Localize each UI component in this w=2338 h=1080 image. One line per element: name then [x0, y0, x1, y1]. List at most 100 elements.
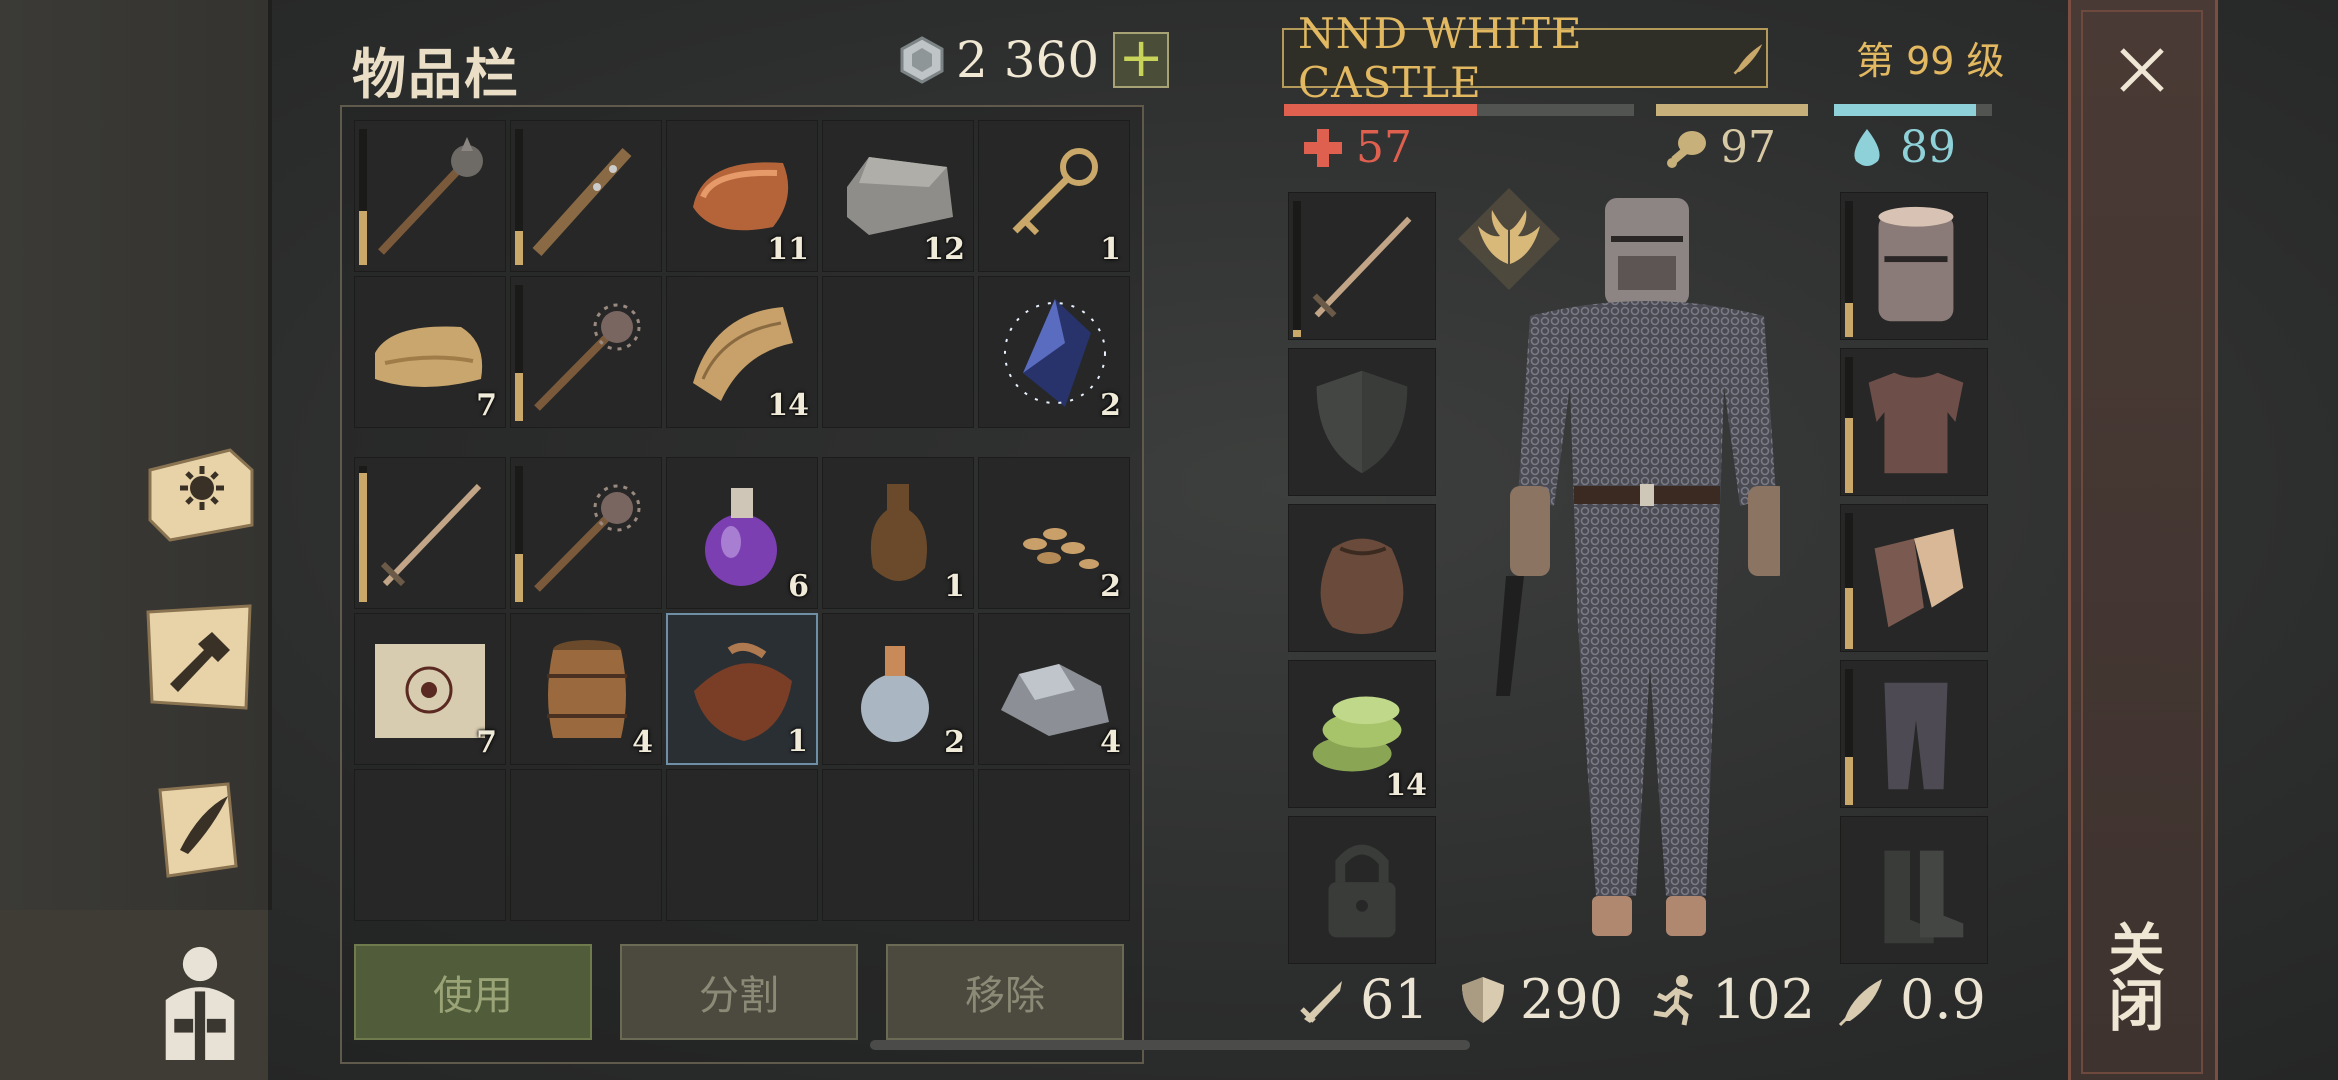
- character-name: NND WHITE CASTLE: [1298, 9, 1583, 107]
- helmet-icon: [1878, 206, 1954, 322]
- character-model: [1496, 198, 1780, 936]
- water-bar: [1834, 104, 1992, 116]
- empty-slot[interactable]: [822, 276, 974, 428]
- item-quantity: 14: [767, 388, 809, 423]
- close-icon[interactable]: [2112, 40, 2172, 100]
- lock-icon: [1328, 844, 1396, 938]
- durability-bar: [515, 129, 523, 265]
- split-button[interactable]: 分割: [620, 944, 858, 1040]
- journal-button[interactable]: [140, 430, 260, 550]
- inventory-slot[interactable]: 1: [822, 457, 974, 609]
- durability-bar: [359, 466, 367, 602]
- empty-slot[interactable]: [666, 769, 818, 921]
- leggings-icon: [1884, 682, 1948, 790]
- inventory-title: 物品栏: [352, 43, 520, 106]
- armor-value: 290: [1520, 968, 1624, 1031]
- quests-button[interactable]: [140, 770, 260, 890]
- durability-bar: [1845, 669, 1853, 805]
- sun-book-icon: [148, 448, 254, 542]
- inventory-slot[interactable]: 7: [354, 613, 506, 765]
- health-cross-icon: [1304, 128, 1342, 167]
- inventory-slot[interactable]: [510, 457, 662, 609]
- inventory-slot[interactable]: 7: [354, 276, 506, 428]
- meat-icon: [1667, 130, 1706, 168]
- item-quantity: 4: [1100, 725, 1121, 760]
- inventory-slot[interactable]: 12: [822, 120, 974, 272]
- water-drop-icon: [1854, 128, 1880, 166]
- item-quantity: 2: [1100, 569, 1121, 604]
- add-currency-button[interactable]: +: [1113, 31, 1170, 88]
- shield-stat-icon: [1462, 976, 1504, 1023]
- inventory-slot[interactable]: 2: [978, 457, 1130, 609]
- inventory-slot[interactable]: 1: [666, 613, 818, 765]
- food-value: 97: [1720, 122, 1776, 173]
- equipment-slot[interactable]: [1288, 348, 1436, 496]
- close-label[interactable]: 关闭: [2099, 920, 2172, 1032]
- equipment-slot[interactable]: [1840, 504, 1988, 652]
- durability-bar: [515, 466, 523, 602]
- inventory-slot[interactable]: 4: [978, 613, 1130, 765]
- equipment-slot[interactable]: [1840, 192, 1988, 340]
- character-button[interactable]: [140, 930, 260, 1070]
- inventory-slot[interactable]: 4: [510, 613, 662, 765]
- weight-stat: 0.9: [1836, 968, 1986, 1031]
- scroll-indicator[interactable]: [870, 1040, 1470, 1050]
- inventory-slot[interactable]: 14: [666, 276, 818, 428]
- equipment-slot[interactable]: [1288, 816, 1436, 964]
- empty-slot[interactable]: [354, 769, 506, 921]
- item-quantity: 14: [1385, 768, 1427, 803]
- close-panel[interactable]: [2068, 0, 2218, 1080]
- boots-empty-icon: [1884, 850, 1964, 944]
- food-bar: [1656, 104, 1808, 116]
- inventory-slot[interactable]: 11: [666, 120, 818, 272]
- durability-bar: [1293, 201, 1301, 337]
- item-quantity: 2: [1100, 388, 1121, 423]
- empty-slot[interactable]: [822, 769, 974, 921]
- equipment-slot[interactable]: [1840, 816, 1988, 964]
- inventory-grid-top: 11 12 1 7 14 2: [354, 120, 1130, 428]
- gloves-icon: [1874, 528, 1964, 628]
- mace-icon: [378, 137, 483, 255]
- inventory-slot[interactable]: [354, 120, 506, 272]
- water-stat: 89: [1844, 122, 1956, 173]
- hammer-icon: [146, 604, 252, 710]
- durability-bar: [1845, 513, 1853, 649]
- water-value: 89: [1900, 122, 1956, 173]
- sword-icon: [380, 483, 482, 587]
- running-icon: [1653, 974, 1693, 1025]
- inventory-slot[interactable]: [354, 457, 506, 609]
- currency-display: 2 360 +: [898, 30, 1170, 90]
- equipment-slot[interactable]: [1288, 504, 1436, 652]
- durability-bar: [1845, 357, 1853, 493]
- feather-stat-icon: [1838, 978, 1882, 1026]
- inventory-slot[interactable]: 2: [978, 276, 1130, 428]
- empty-slot[interactable]: [978, 769, 1130, 921]
- character-level: 第 99 级: [1856, 39, 2005, 83]
- inventory-slot[interactable]: 2: [822, 613, 974, 765]
- use-button[interactable]: 使用: [354, 944, 592, 1040]
- inventory-slot[interactable]: 6: [666, 457, 818, 609]
- durability-bar: [515, 285, 523, 421]
- equipment-slot[interactable]: [1288, 192, 1436, 340]
- shield-empty-icon: [1316, 370, 1408, 474]
- armor-stat: 290: [1456, 968, 1623, 1031]
- health-bar: [1284, 104, 1634, 116]
- speed-stat: 102: [1648, 968, 1815, 1031]
- equipment-slot[interactable]: [1840, 348, 1988, 496]
- quill-edit-icon[interactable]: [1731, 38, 1766, 78]
- equipment-slot[interactable]: [1840, 660, 1988, 808]
- remove-button[interactable]: 移除: [886, 944, 1124, 1040]
- inventory-slot[interactable]: 1: [978, 120, 1130, 272]
- weight-value: 0.9: [1900, 968, 1986, 1031]
- empty-slot[interactable]: [510, 769, 662, 921]
- silver-coin-icon: [900, 36, 944, 84]
- character-name-box[interactable]: NND WHITE CASTLE: [1282, 9, 1768, 107]
- inventory-slot[interactable]: [510, 276, 662, 428]
- crafting-button[interactable]: [140, 598, 260, 718]
- currency-amount: 2 360: [956, 31, 1100, 89]
- item-quantity: 6: [788, 569, 809, 604]
- inventory-slot[interactable]: [510, 120, 662, 272]
- food-stat: 97: [1664, 122, 1776, 173]
- item-quantity: 12: [923, 232, 965, 267]
- equipment-slot[interactable]: 14: [1288, 660, 1436, 808]
